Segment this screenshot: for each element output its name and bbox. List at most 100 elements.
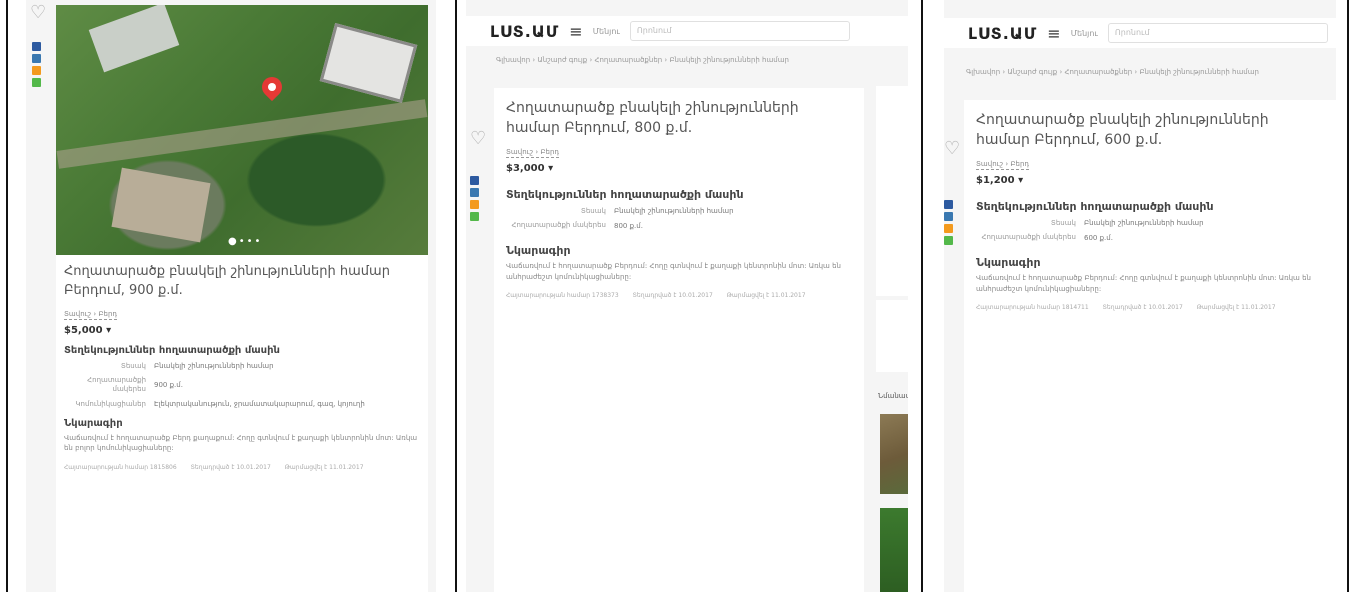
facebook-icon[interactable] [32, 42, 41, 51]
map-pin-icon[interactable] [257, 72, 287, 102]
vk-icon[interactable] [470, 188, 479, 197]
map-building [319, 23, 418, 103]
search-input[interactable]: Որոնում [629, 21, 850, 41]
spec-row: Հողատարածքի մակերես 900 ք.մ. [64, 376, 420, 394]
site-logo[interactable]: ԼՍՏ.ԱՄ [490, 22, 559, 41]
spec-value: 600 ք.մ. [1084, 233, 1113, 242]
spec-value: 800 ք.մ. [614, 221, 643, 230]
heart-icon[interactable]: ♡ [944, 140, 960, 158]
description-heading: Նկարագիր [976, 256, 1041, 270]
map-building [88, 5, 180, 73]
heart-icon[interactable]: ♡ [470, 130, 486, 148]
site-header: ԼՍՏ.ԱՄ ≡ Մենյու Որոնում [466, 16, 908, 46]
spec-value: Բնակելի շինությունների համար [614, 206, 734, 215]
chevron-down-icon: ▾ [1018, 174, 1024, 186]
hamburger-icon[interactable]: ≡ [569, 22, 582, 41]
spec-key: Հողատարածքի մակերես [511, 221, 606, 230]
chevron-down-icon: ▾ [106, 324, 112, 336]
listing-panel-2: ԼՍՏ.ԱՄ ≡ Մենյու Որոնում Գլխավոր › Անշարժ… [466, 0, 908, 592]
facebook-icon[interactable] [470, 176, 479, 185]
spec-key: Տեսակ [1050, 218, 1076, 227]
specs-heading: Տեղեկություններ հողատարածքի մասին [976, 199, 1214, 213]
price-value: $3,000 [506, 162, 545, 174]
listing-card: Հողատարածք բնակելի շինությունների համար … [56, 255, 428, 592]
divider-line [1347, 0, 1349, 592]
spec-row: Կոմունիկացիաներ Էլեկտրականություն, ջրամատ… [64, 400, 420, 409]
price-selector[interactable]: $1,200 ▾ [976, 175, 1324, 186]
odnoklassniki-icon[interactable] [32, 66, 41, 75]
screenshot-collage: ♡ ●••• Հողատարածք բնակելի շինությունների… [0, 0, 1355, 592]
listing-id: Հայտարարության համար 1815806 [64, 463, 177, 471]
whatsapp-icon[interactable] [32, 78, 41, 87]
heart-icon[interactable]: ♡ [30, 4, 46, 22]
price-selector[interactable]: $3,000 ▾ [506, 163, 852, 174]
price-value: $1,200 [976, 174, 1015, 186]
carousel-dots[interactable]: ●••• [228, 236, 262, 247]
spec-row: Հողատարածքի մակերես 600 ք.մ. [976, 233, 1324, 242]
listing-id: Հայտարարության համար 1738373 [506, 292, 619, 300]
similar-listings-label: Նմանատիպ [878, 392, 908, 400]
vk-icon[interactable] [944, 212, 953, 221]
facebook-icon[interactable] [944, 200, 953, 209]
divider-line [921, 0, 923, 592]
sidebar-block [876, 86, 908, 296]
spec-row: Տեսակ Բնակելի շինությունների համար [506, 207, 852, 216]
listing-card: Հողատարածք բնակելի շինությունների համար … [964, 100, 1336, 592]
specs-heading: Տեղեկություններ հողատարածքի մասին [64, 344, 280, 356]
listing-title: Հողատարածք բնակելի շինությունների համար … [506, 100, 799, 137]
posted-date: Տեղադրված է 10.01.2017 [1102, 304, 1183, 312]
site-header: ԼՍՏ.ԱՄ ≡ Մենյու Որոնում [944, 18, 1336, 48]
specs-heading: Տեղեկություններ հողատարածքի մասին [506, 187, 744, 201]
spec-value: Բնակելի շինությունների համար [1084, 218, 1204, 227]
spec-value: Բնակելի շինությունների համար [154, 362, 274, 371]
divider-line [455, 0, 457, 592]
share-buttons [470, 176, 479, 221]
description-heading: Նկարագիր [64, 417, 123, 429]
listing-meta: Հայտարարության համար 1814711 Տեղադրված է … [976, 304, 1324, 311]
similar-listing-thumbnail[interactable] [880, 508, 908, 592]
whatsapp-icon[interactable] [470, 212, 479, 221]
listing-location-link[interactable]: Տավուշ › Բերդ [506, 148, 560, 158]
breadcrumb[interactable]: Գլխավոր › Անշարժ գույք › Հողատարածքներ ›… [966, 68, 1259, 76]
posted-date: Տեղադրված է 10.01.2017 [190, 463, 271, 471]
listing-title: Հողատարածք բնակելի շինությունների համար … [64, 264, 390, 298]
spec-key: Տեսակ [120, 361, 146, 370]
share-buttons [32, 42, 41, 87]
description-heading: Նկարագիր [506, 244, 571, 258]
search-input[interactable]: Որոնում [1107, 23, 1328, 43]
listing-id: Հայտարարության համար 1814711 [976, 304, 1089, 312]
odnoklassniki-icon[interactable] [944, 224, 953, 233]
spec-value: Էլեկտրականություն, ջրամատակարարում, գազ,… [154, 400, 365, 409]
menu-label[interactable]: Մենյու [1071, 29, 1098, 38]
spec-key: Հողատարածքի մակերես [981, 233, 1076, 242]
listing-location-link[interactable]: Տավուշ › Բերդ [64, 310, 118, 320]
site-logo[interactable]: ԼՍՏ.ԱՄ [968, 24, 1037, 43]
listing-title: Հողատարածք բնակելի շինությունների համար … [976, 112, 1269, 149]
similar-listing-thumbnail[interactable] [880, 414, 908, 494]
listing-card: Հողատարածք բնակելի շինությունների համար … [494, 88, 864, 592]
updated-date: Թարմացվել է 11.01.2017 [1196, 304, 1276, 312]
updated-date: Թարմացվել է 11.01.2017 [726, 292, 806, 300]
whatsapp-icon[interactable] [944, 236, 953, 245]
map-building [111, 167, 211, 243]
spec-row: Տեսակ Բնակելի շինությունների համար [64, 362, 420, 371]
divider-line [6, 0, 8, 592]
odnoklassniki-icon[interactable] [470, 200, 479, 209]
hamburger-icon[interactable]: ≡ [1047, 24, 1060, 43]
updated-date: Թարմացվել է 11.01.2017 [284, 463, 364, 471]
listing-panel-1: ♡ ●••• Հողատարածք բնակելի շինությունների… [26, 0, 436, 592]
description-text: Վաճառվում է հողատարածք Բերդում: Հողը գտն… [506, 262, 841, 281]
share-buttons [944, 200, 953, 245]
chevron-down-icon: ▾ [548, 162, 554, 174]
listing-location-link[interactable]: Տավուշ › Բերդ [976, 160, 1030, 170]
description-text: Վաճառվում է հողատարածք Բերդում: Հողը գտն… [976, 274, 1311, 293]
breadcrumb[interactable]: Գլխավոր › Անշարժ գույք › Հողատարածքներ ›… [496, 56, 789, 64]
vk-icon[interactable] [32, 54, 41, 63]
menu-label[interactable]: Մենյու [593, 27, 620, 36]
spec-key: Կոմունիկացիաներ [75, 399, 146, 408]
spec-value: 900 ք.մ. [154, 381, 183, 390]
price-selector[interactable]: $5,000 ▾ [64, 325, 420, 336]
satellite-map[interactable]: ●••• [56, 5, 428, 255]
sidebar-block [876, 300, 908, 372]
listing-panel-3: ԼՍՏ.ԱՄ ≡ Մենյու Որոնում Գլխավոր › Անշարժ… [944, 0, 1336, 592]
